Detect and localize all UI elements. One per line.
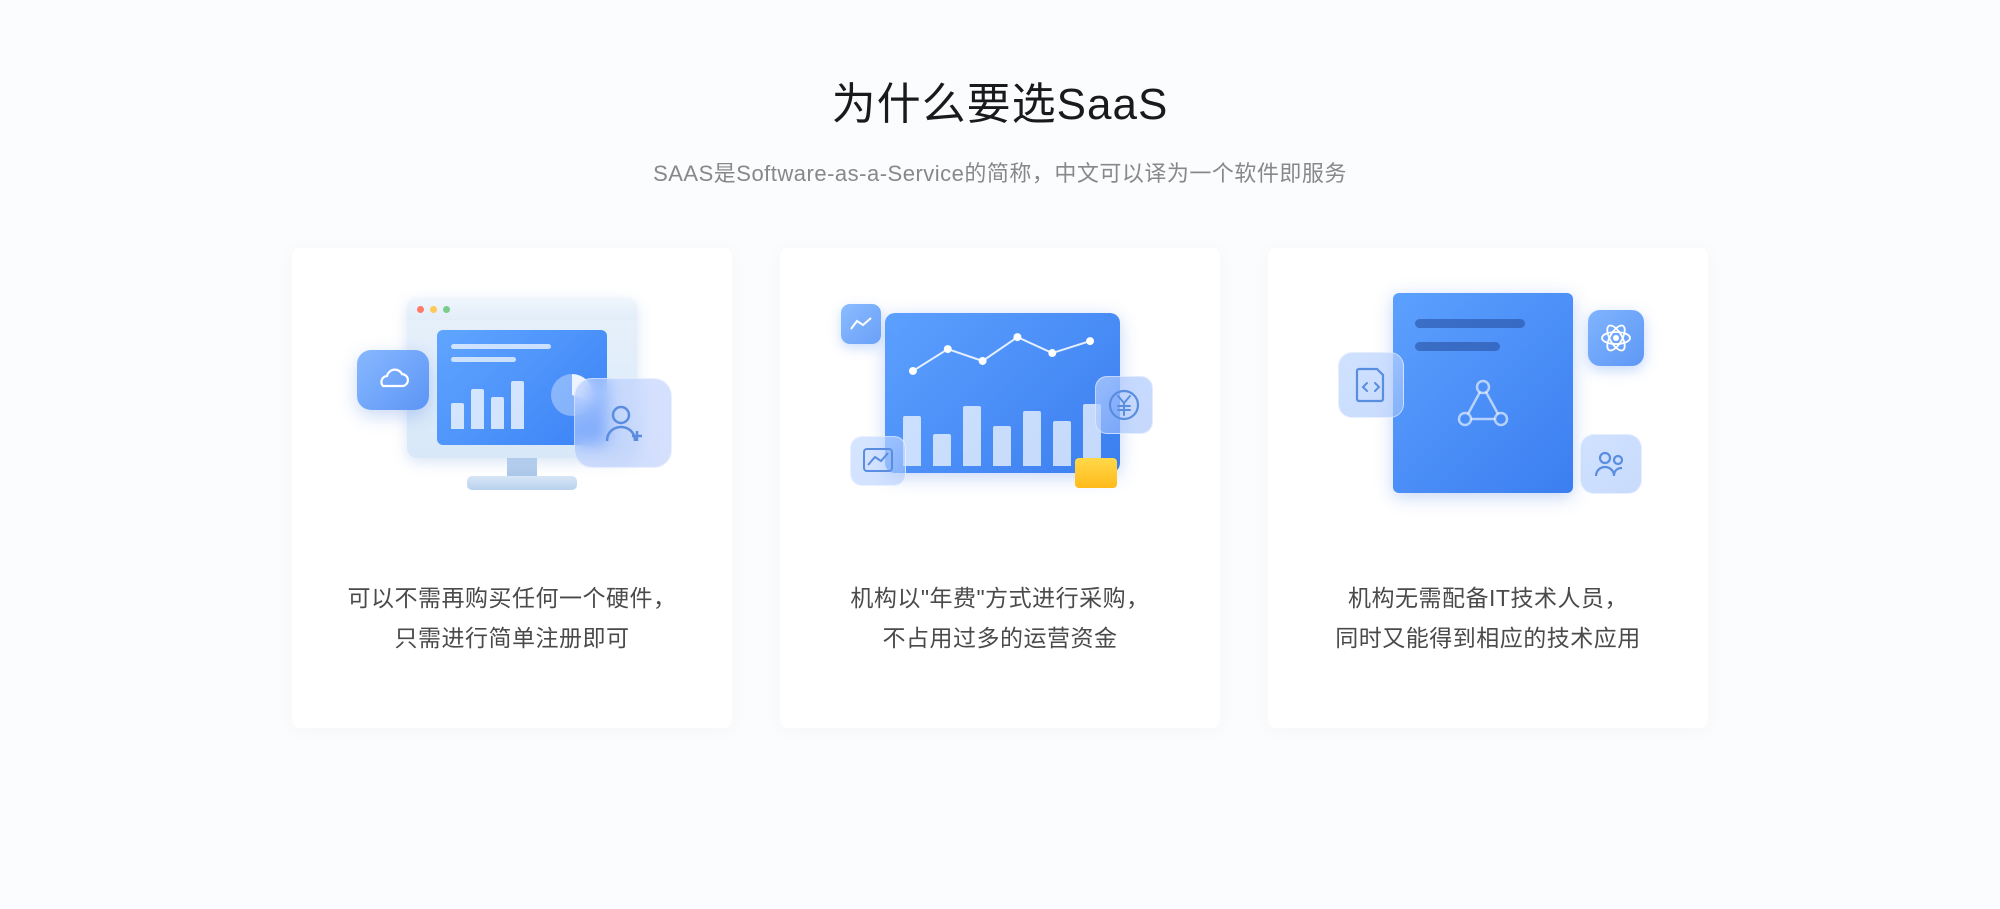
yen-icon [1095, 376, 1153, 434]
section-subtitle: SAAS是Software-as-a-Service的简称，中文可以译为一个软件… [653, 156, 1347, 188]
feature-card-payment: 机构以"年费"方式进行采购， 不占用过多的运营资金 [780, 248, 1220, 728]
code-file-icon [1338, 352, 1404, 418]
monitor-illustration [292, 268, 732, 528]
card-description: 可以不需再购买任何一个硬件， 只需进行简单注册即可 [318, 578, 707, 659]
chartline-icon [850, 436, 906, 486]
people-icon [1580, 434, 1642, 494]
section-header: 为什么要选SaaS SAAS是Software-as-a-Service的简称，… [653, 68, 1347, 188]
feature-cards: 可以不需再购买任何一个硬件， 只需进行简单注册即可 [292, 248, 1708, 728]
cloud-icon [357, 350, 429, 410]
coin-box-icon [1075, 458, 1117, 488]
chart-illustration [780, 268, 1220, 528]
add-user-icon [574, 378, 672, 468]
card-text-line1: 机构无需配备IT技术人员， [1335, 578, 1641, 618]
document-illustration [1268, 268, 1708, 528]
trend-icon [841, 304, 881, 344]
card-text-line2: 只需进行简单注册即可 [348, 618, 677, 658]
card-text-line1: 机构以"年费"方式进行采购， [850, 578, 1149, 618]
section-title: 为什么要选SaaS [653, 68, 1347, 132]
card-text-line2: 不占用过多的运营资金 [850, 618, 1149, 658]
card-description: 机构无需配备IT技术人员， 同时又能得到相应的技术应用 [1305, 578, 1671, 659]
feature-card-tech: 机构无需配备IT技术人员， 同时又能得到相应的技术应用 [1268, 248, 1708, 728]
feature-card-hardware: 可以不需再购买任何一个硬件， 只需进行简单注册即可 [292, 248, 732, 728]
card-text-line2: 同时又能得到相应的技术应用 [1335, 618, 1641, 658]
card-text-line1: 可以不需再购买任何一个硬件， [348, 578, 677, 618]
atom-icon [1588, 310, 1644, 366]
card-description: 机构以"年费"方式进行采购， 不占用过多的运营资金 [820, 578, 1179, 659]
